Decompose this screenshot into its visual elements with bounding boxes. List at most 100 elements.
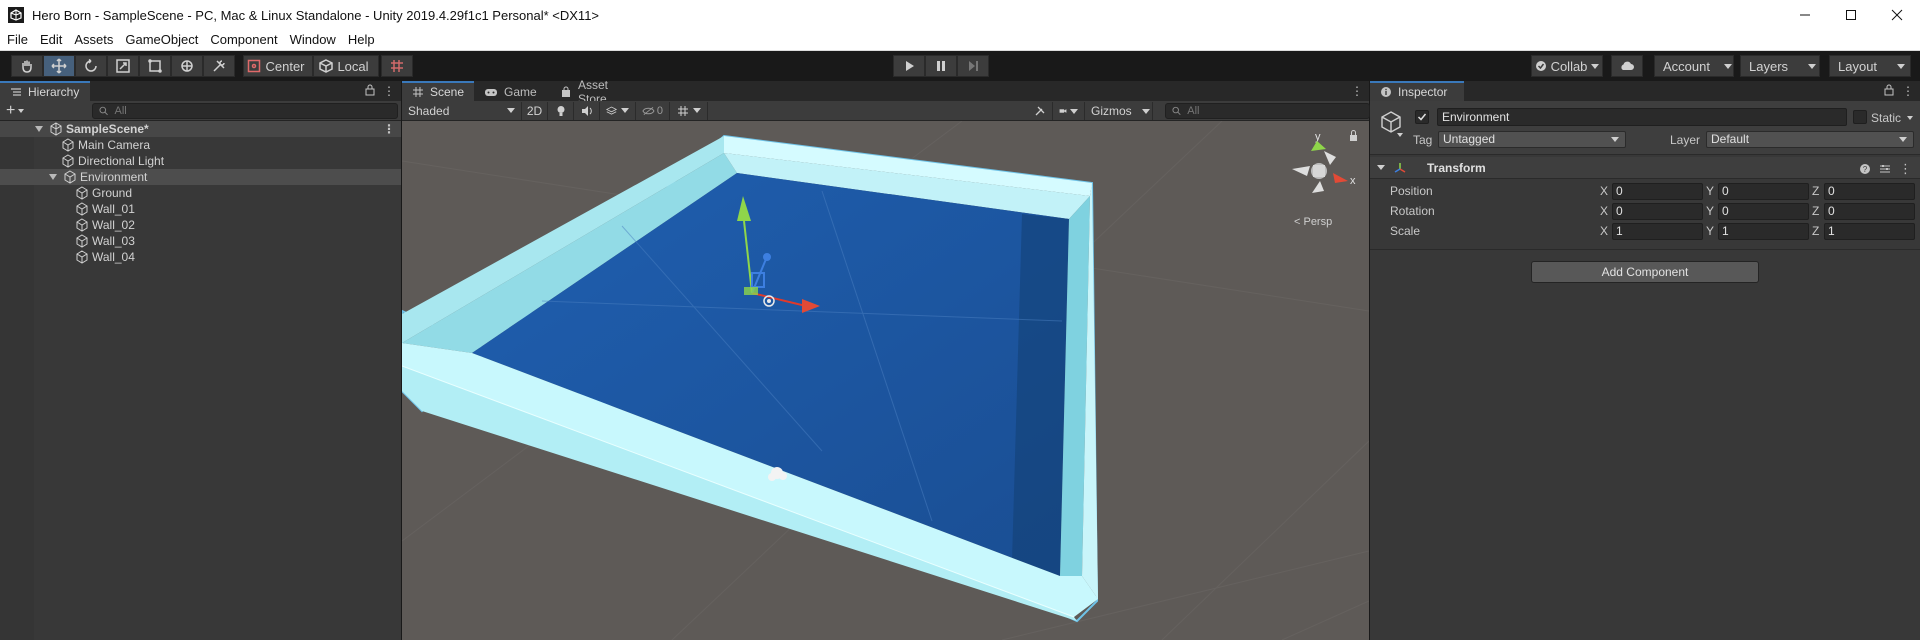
more-options-icon[interactable]: ⋮ [1351, 84, 1363, 98]
transform-tool-button[interactable] [171, 55, 203, 77]
tab-scene[interactable]: Scene [402, 81, 474, 101]
audio-toggle[interactable] [574, 101, 600, 120]
expand-arrow-icon[interactable] [49, 174, 57, 180]
rotation-x-field[interactable]: 0 [1612, 202, 1703, 220]
more-options-icon[interactable]: ⋮ [1902, 84, 1914, 98]
play-button[interactable] [893, 55, 925, 77]
rotation-z-label[interactable]: Z [1812, 204, 1819, 218]
scene-row[interactable]: SampleScene* ⋮ [0, 121, 401, 137]
tab-hierarchy[interactable]: Hierarchy [0, 81, 90, 101]
position-y-label[interactable]: Y [1706, 184, 1714, 198]
cloud-button[interactable] [1611, 55, 1643, 77]
static-checkbox[interactable] [1853, 110, 1867, 124]
position-y-field[interactable]: 0 [1718, 182, 1809, 200]
hand-tool-button[interactable] [11, 55, 43, 77]
icon-dropdown-arrow[interactable] [1397, 133, 1403, 137]
step-button[interactable] [957, 55, 989, 77]
layout-dropdown[interactable]: Layout [1829, 55, 1911, 77]
hierarchy-item-main-camera[interactable]: Main Camera [0, 137, 401, 153]
create-button[interactable]: + [6, 102, 36, 118]
active-checkbox[interactable] [1415, 110, 1429, 124]
position-z-label[interactable]: Z [1812, 184, 1819, 198]
close-button[interactable] [1874, 0, 1920, 30]
hierarchy-search-input[interactable] [114, 104, 397, 117]
hierarchy-item-ground[interactable]: Ground [0, 185, 401, 201]
scene-render[interactable]: y x < Persp [402, 121, 1369, 640]
rotation-y-label[interactable]: Y [1706, 204, 1714, 218]
scene-menu-icon[interactable]: ⋮ [383, 122, 395, 136]
custom-tool-button[interactable] [203, 55, 235, 77]
layer-dropdown[interactable]: Default [1706, 131, 1914, 148]
camera-dropdown[interactable] [1053, 102, 1085, 120]
collapse-arrow-icon[interactable] [1377, 165, 1385, 170]
add-component-button[interactable]: Add Component [1531, 261, 1759, 283]
menu-gameobject[interactable]: GameObject [119, 30, 204, 50]
hierarchy-search[interactable] [92, 102, 398, 119]
tag-dropdown[interactable]: Untagged [1438, 131, 1626, 148]
hierarchy-item-directional-light[interactable]: Directional Light [0, 153, 401, 169]
gizmos-dropdown[interactable]: Gizmos [1085, 102, 1153, 120]
tab-inspector[interactable]: Inspector [1370, 81, 1464, 101]
toggle-2d-button[interactable]: 2D [522, 101, 548, 120]
tab-game[interactable]: Game [474, 81, 550, 101]
menu-edit[interactable]: Edit [34, 30, 68, 50]
scale-z-label[interactable]: Z [1812, 224, 1819, 238]
account-dropdown[interactable]: Account [1654, 55, 1734, 77]
shading-mode-dropdown[interactable]: Shaded [402, 101, 522, 120]
rect-tool-button[interactable] [139, 55, 171, 77]
position-x-label[interactable]: X [1600, 184, 1608, 198]
transform-component-header[interactable]: Transform ? ⋮ [1370, 157, 1920, 179]
scene-viewport[interactable]: y x < Persp [402, 121, 1369, 640]
more-options-icon[interactable]: ⋮ [383, 84, 395, 98]
scene-search[interactable] [1165, 103, 1370, 119]
hierarchy-item-wall-01[interactable]: Wall_01 [0, 201, 401, 217]
maximize-button[interactable] [1828, 0, 1874, 30]
scene-search-input[interactable] [1187, 105, 1369, 117]
hierarchy-item-wall-02[interactable]: Wall_02 [0, 217, 401, 233]
menu-component[interactable]: Component [204, 30, 283, 50]
layers-dropdown[interactable]: Layers [1740, 55, 1820, 77]
projection-label[interactable]: < Persp [1294, 216, 1332, 228]
static-dropdown-arrow[interactable] [1907, 116, 1913, 120]
rotate-tool-button[interactable] [75, 55, 107, 77]
orientation-gizmo[interactable]: y x < Persp [1292, 131, 1356, 228]
rotation-x-label[interactable]: X [1600, 204, 1608, 218]
pause-button[interactable] [925, 55, 957, 77]
expand-arrow-icon[interactable] [35, 126, 43, 132]
pivot-rotation-button[interactable]: Local [313, 55, 379, 77]
menu-assets[interactable]: Assets [68, 30, 119, 50]
scale-x-field[interactable]: 1 [1612, 222, 1703, 240]
minimize-button[interactable] [1782, 0, 1828, 30]
rotation-y-field[interactable]: 0 [1718, 202, 1809, 220]
hierarchy-item-environment[interactable]: Environment [0, 169, 401, 185]
effects-dropdown[interactable] [600, 101, 636, 120]
tools-button[interactable] [1027, 102, 1053, 120]
position-z-field[interactable]: 0 [1824, 182, 1915, 200]
grid-dropdown[interactable] [670, 101, 708, 120]
menu-window[interactable]: Window [284, 30, 342, 50]
hierarchy-item-wall-04[interactable]: Wall_04 [0, 249, 401, 265]
lock-icon[interactable] [365, 84, 375, 96]
move-tool-button[interactable] [43, 55, 75, 77]
scale-tool-button[interactable] [107, 55, 139, 77]
hidden-objects-toggle[interactable]: 0 [636, 101, 670, 120]
component-menu-icon[interactable]: ⋮ [1899, 161, 1912, 177]
pivot-mode-button[interactable]: Center [243, 55, 313, 77]
scale-y-field[interactable]: 1 [1718, 222, 1809, 240]
scale-z-field[interactable]: 1 [1824, 222, 1915, 240]
scale-x-label[interactable]: X [1600, 224, 1608, 238]
position-x-field[interactable]: 0 [1612, 182, 1703, 200]
scale-y-label[interactable]: Y [1706, 224, 1714, 238]
rotation-z-field[interactable]: 0 [1824, 202, 1915, 220]
scene-lock-icon[interactable] [1350, 130, 1357, 142]
hierarchy-item-wall-03[interactable]: Wall_03 [0, 233, 401, 249]
menu-file[interactable]: File [0, 30, 34, 50]
preset-sliders-icon[interactable] [1879, 163, 1891, 175]
tab-asset-store[interactable]: Asset Store [550, 78, 650, 106]
collab-dropdown[interactable]: Collab [1531, 55, 1603, 77]
lock-icon[interactable] [1884, 84, 1894, 96]
menu-help[interactable]: Help [342, 30, 381, 50]
help-icon[interactable]: ? [1859, 163, 1871, 175]
lighting-toggle[interactable] [548, 101, 574, 120]
grid-snap-button[interactable] [381, 55, 413, 77]
